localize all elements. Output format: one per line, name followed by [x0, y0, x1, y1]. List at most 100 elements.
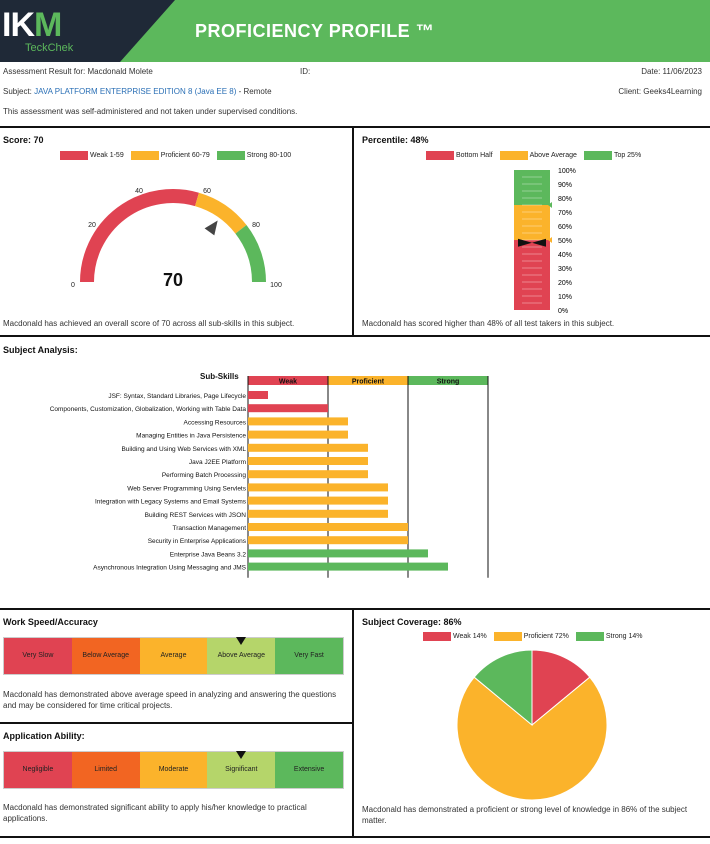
skill-label: Asynchronous Integration Using Messaging… [93, 565, 246, 572]
gauge-tick-80: 80 [252, 222, 260, 229]
score-value: 70 [163, 270, 183, 290]
report-date: Date: 11/06/2023 [641, 67, 702, 76]
skill-label: Performing Batch Processing [162, 472, 247, 479]
application-scale: Negligible Limited Moderate Significant … [3, 751, 344, 789]
skill-label: Security in Enterprise Applications [148, 538, 247, 545]
gauge-tick-60: 60 [203, 188, 211, 195]
skill-label: Managing Entities in Java Persistence [136, 433, 246, 440]
skill-bar [248, 496, 388, 505]
percentile-tick: 70% [558, 210, 572, 217]
speed-marker-icon [236, 637, 246, 645]
percentile-tick: 0% [558, 308, 568, 315]
subject-name-link[interactable]: JAVA PLATFORM ENTERPRISE EDITION 8 (Java… [34, 87, 236, 96]
ability-marker-icon [236, 751, 246, 759]
coverage-pie [456, 649, 608, 801]
supervision-note: This assessment was self-administered an… [3, 107, 298, 116]
score-legend: Weak 1-59 Proficient 60-79 Strong 80-100 [60, 151, 294, 160]
percentile-tick: 40% [558, 252, 572, 259]
skill-bar [248, 470, 368, 479]
coverage-legend: Weak 14% Proficient 72% Strong 14% [423, 632, 645, 641]
legend-above-average: Above Average [499, 151, 577, 160]
divider [0, 335, 710, 337]
score-note: Macdonald has achieved an overall score … [3, 319, 295, 328]
skill-bar [248, 443, 368, 452]
skill-label: Web Server Programming Using Servlets [127, 485, 246, 492]
skill-bar [248, 509, 388, 518]
assessment-result-for: Assessment Result for: Macdonald Molete [3, 67, 153, 76]
application-title: Application Ability: [3, 731, 85, 741]
legend-coverage-proficient: Proficient 72% [493, 632, 569, 641]
skill-label: Building REST Services with JSON [145, 512, 247, 519]
percentile-tick: 30% [558, 266, 572, 273]
skill-bar [248, 457, 368, 465]
report-header: IKM TeckChek PROFICIENCY PROFILE ™ [0, 0, 710, 62]
gauge-needle [204, 220, 218, 236]
ikm-logo: IKM [2, 6, 62, 44]
gauge-arc-strong [235, 225, 266, 283]
divider [0, 836, 710, 838]
percentile-tick: 50% [558, 238, 572, 245]
ability-moderate: Moderate [139, 752, 208, 788]
gauge-tick-0: 0 [71, 282, 75, 289]
skill-label: Integration with Legacy Systems and Emai… [95, 499, 247, 506]
skill-label: Java J2EE Platform [189, 459, 246, 466]
legend-weak: Weak 1-59 [60, 151, 124, 160]
percentile-bar: 100% 90% 80% 70% 60% 50% 40% 30% 20% 10%… [514, 168, 576, 315]
work-speed-title: Work Speed/Accuracy [3, 617, 98, 627]
legend-top-25: Top 25% [583, 151, 641, 160]
legend-proficient: Proficient 60-79 [130, 151, 210, 160]
skill-label: Transaction Management [173, 525, 247, 532]
sub-skills-chart: Sub-Skills Weak Proficient Strong JSF: Syn… [50, 372, 489, 578]
skill-label: Building and Using Web Services with XML [121, 446, 246, 453]
divider [0, 722, 352, 724]
skill-bar [248, 549, 428, 558]
legend-coverage-weak: Weak 14% [423, 632, 487, 641]
coverage-note: Macdonald has demonstrated a proficient … [362, 805, 688, 825]
subject-suffix: - Remote [238, 87, 272, 96]
sub-skills-header: Sub-Skills [200, 372, 239, 381]
skill-label: Components, Customization, Globalization… [50, 406, 247, 413]
score-gauge: 0 20 40 60 80 100 70 [71, 188, 282, 290]
score-title: Score: 70 [3, 135, 44, 145]
skill-label: Enterprise Java Beans 3.2 [170, 551, 247, 558]
percentile-tick: 90% [558, 182, 572, 189]
percentile-tick: 10% [558, 294, 572, 301]
legend-strong: Strong 80-100 [216, 151, 291, 160]
divider [0, 126, 710, 128]
divider [352, 608, 354, 836]
percentile-tick: 60% [558, 224, 572, 231]
coverage-title: Subject Coverage: 86% [362, 617, 462, 627]
gauge-tick-40: 40 [135, 188, 143, 195]
application-note: Macdonald has demonstrated significant a… [3, 803, 307, 823]
percentile-note: Macdonald has scored higher than 48% of … [362, 319, 615, 328]
percentile-tick: 20% [558, 280, 572, 287]
skill-bar [248, 417, 348, 426]
subject-label: Subject: [3, 87, 32, 96]
client-name: Client: Geeks4Learning [618, 87, 702, 96]
skill-bar [248, 430, 348, 439]
gauge-tick-100: 100 [270, 282, 282, 289]
percentile-tick: 80% [558, 196, 572, 203]
page-title: PROFICIENCY PROFILE ™ [195, 21, 435, 41]
speed-very-fast: Very Fast [275, 638, 343, 674]
percentile-legend: Bottom Half Above Average Top 25% [426, 151, 644, 160]
logo-panel: IKM TeckChek [0, 0, 175, 62]
legend-bottom-half: Bottom Half [426, 151, 493, 160]
speed-average: Average [139, 638, 208, 674]
gauge-arc-proficient [194, 192, 247, 234]
percentile-band-above-average [514, 205, 550, 240]
subject-analysis-title: Subject Analysis: [3, 345, 78, 355]
work-speed-scale: Very Slow Below Average Average Above Av… [3, 637, 344, 675]
skill-bar [248, 483, 388, 492]
legend-coverage-strong: Strong 14% [575, 632, 642, 641]
speed-below-average: Below Average [71, 638, 140, 674]
skill-bar [248, 523, 408, 531]
logo-subtitle: TeckChek [25, 42, 74, 54]
skill-bar [248, 391, 268, 399]
skill-bar [248, 562, 448, 571]
ability-negligible: Negligible [4, 752, 72, 788]
skill-label: JSF: Syntax, Standard Libraries, Page Li… [108, 393, 246, 400]
percentile-title: Percentile: 48% [362, 135, 429, 145]
band-label: Strong [437, 379, 460, 386]
id-label: ID: [300, 67, 311, 76]
